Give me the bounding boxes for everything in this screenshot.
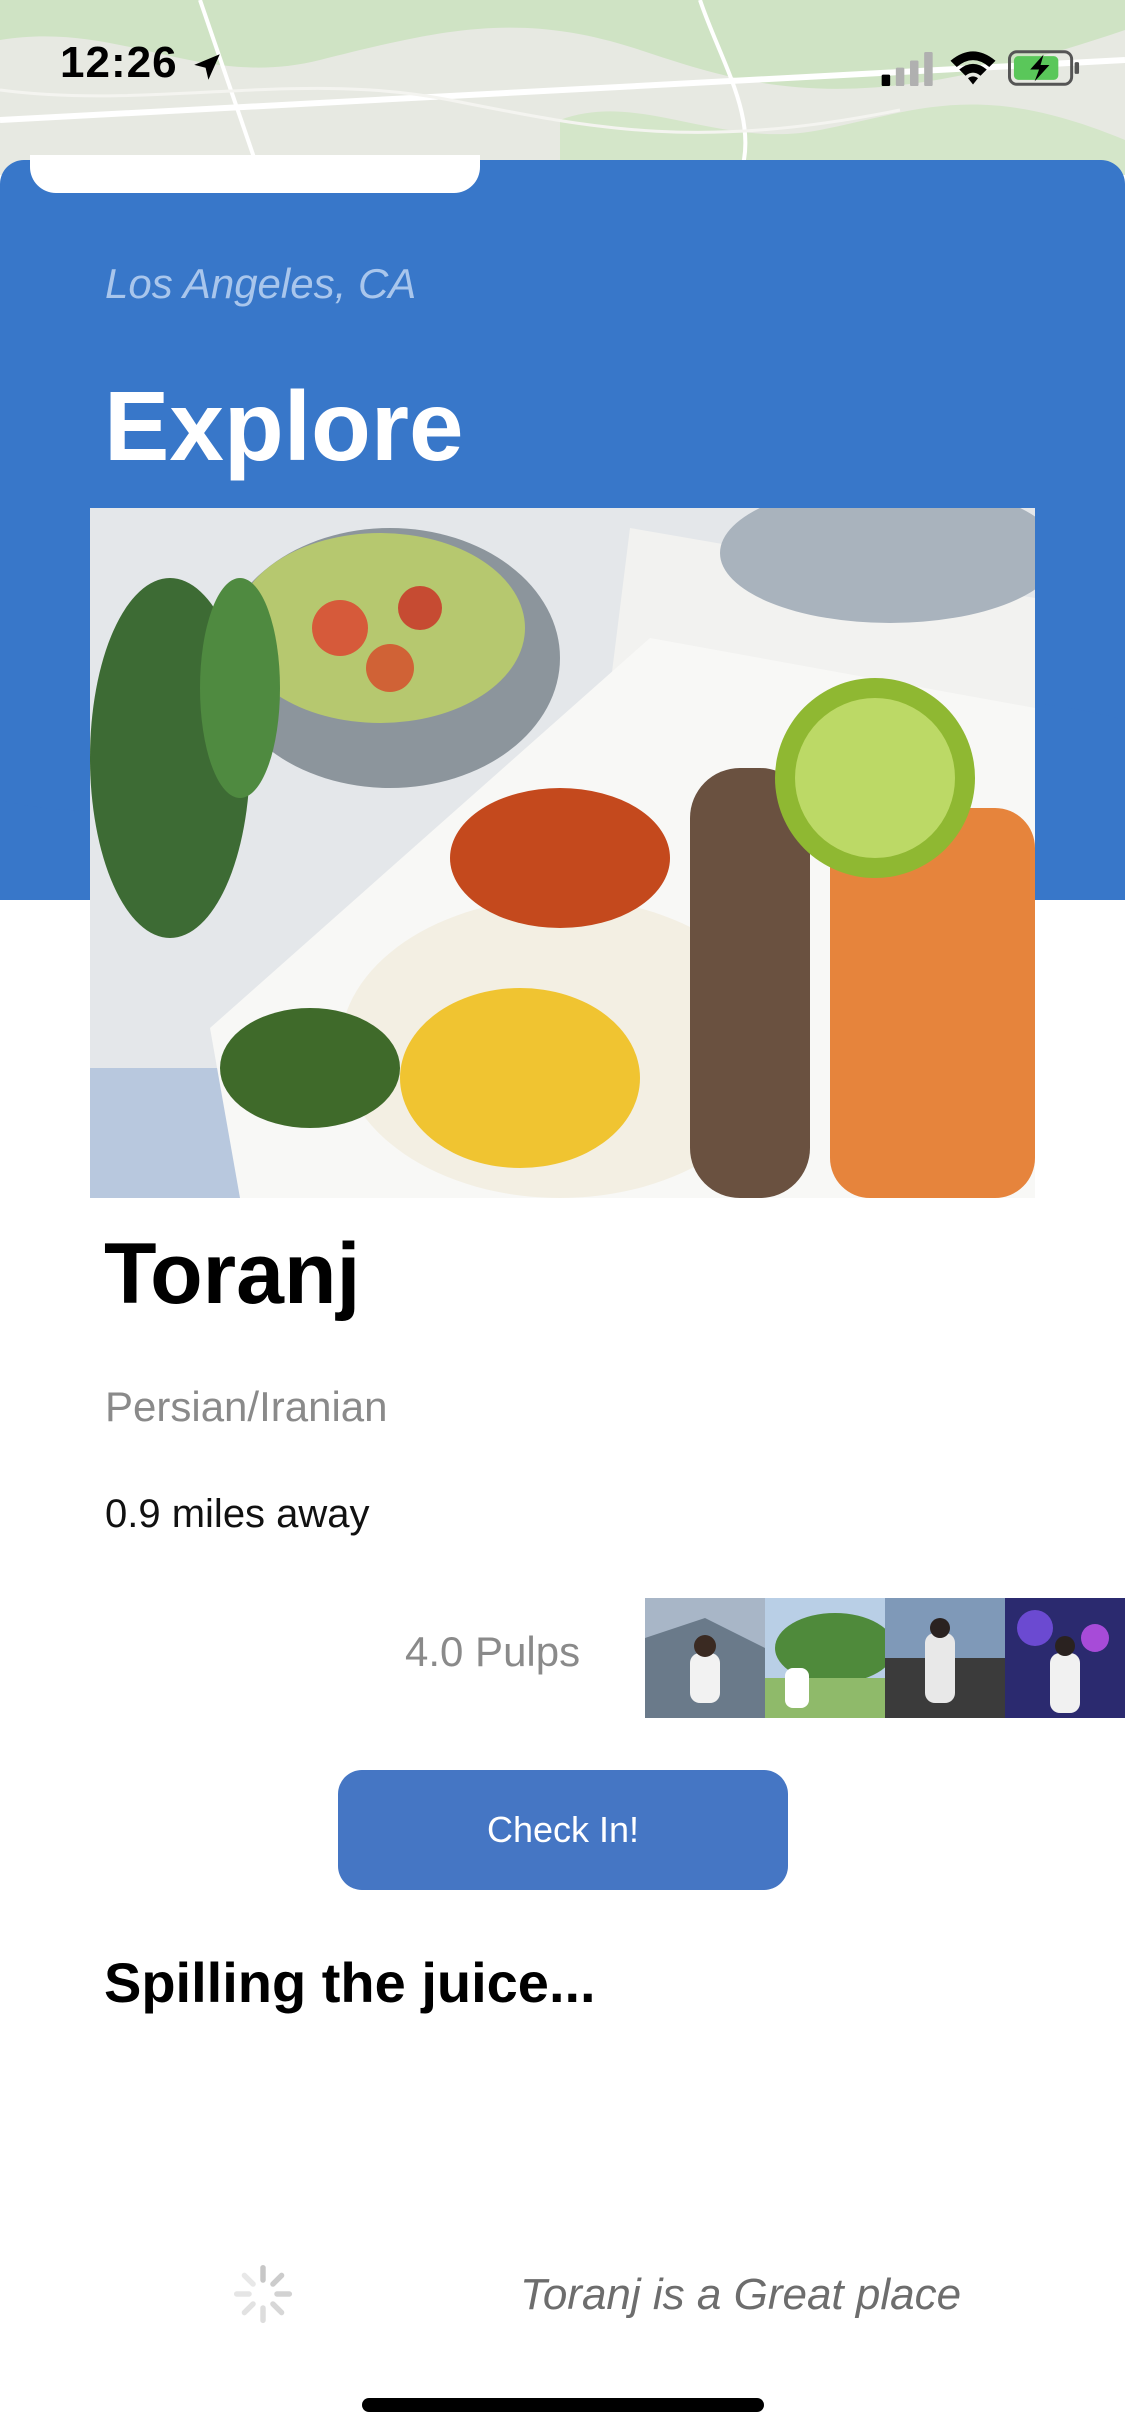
user-photo-3[interactable] <box>885 1598 1005 1718</box>
cellular-signal-icon <box>881 52 933 86</box>
user-photo-2[interactable] <box>765 1598 885 1718</box>
restaurant-distance: 0.9 miles away <box>105 1492 370 1536</box>
check-in-button[interactable]: Check In! <box>338 1770 788 1890</box>
photo-gallery[interactable] <box>645 1598 1125 1718</box>
restaurant-name: Toranj <box>104 1226 361 1322</box>
user-photo-4[interactable] <box>1005 1598 1125 1718</box>
current-city: Los Angeles, CA <box>105 260 417 307</box>
battery-charging-icon <box>1008 50 1080 86</box>
page-title: Explore <box>104 371 464 481</box>
restaurant-cuisine: Persian/Iranian <box>105 1383 388 1430</box>
review-snippet: Toranj is a Great place <box>520 2270 962 2319</box>
home-indicator[interactable] <box>362 2398 764 2412</box>
restaurant-photo <box>90 508 1035 1198</box>
sheet-grabber[interactable] <box>30 155 480 193</box>
loading-spinner-icon <box>233 2264 293 2324</box>
location-arrow-icon <box>194 54 220 80</box>
status-time: 12:26 <box>60 38 178 87</box>
user-photo-1[interactable] <box>645 1598 765 1718</box>
restaurant-rating: 4.0 Pulps <box>405 1628 581 1675</box>
status-bar: 12:26 <box>0 0 1125 140</box>
wifi-icon <box>950 51 996 85</box>
reviews-section-title: Spilling the juice... <box>104 1951 596 2014</box>
